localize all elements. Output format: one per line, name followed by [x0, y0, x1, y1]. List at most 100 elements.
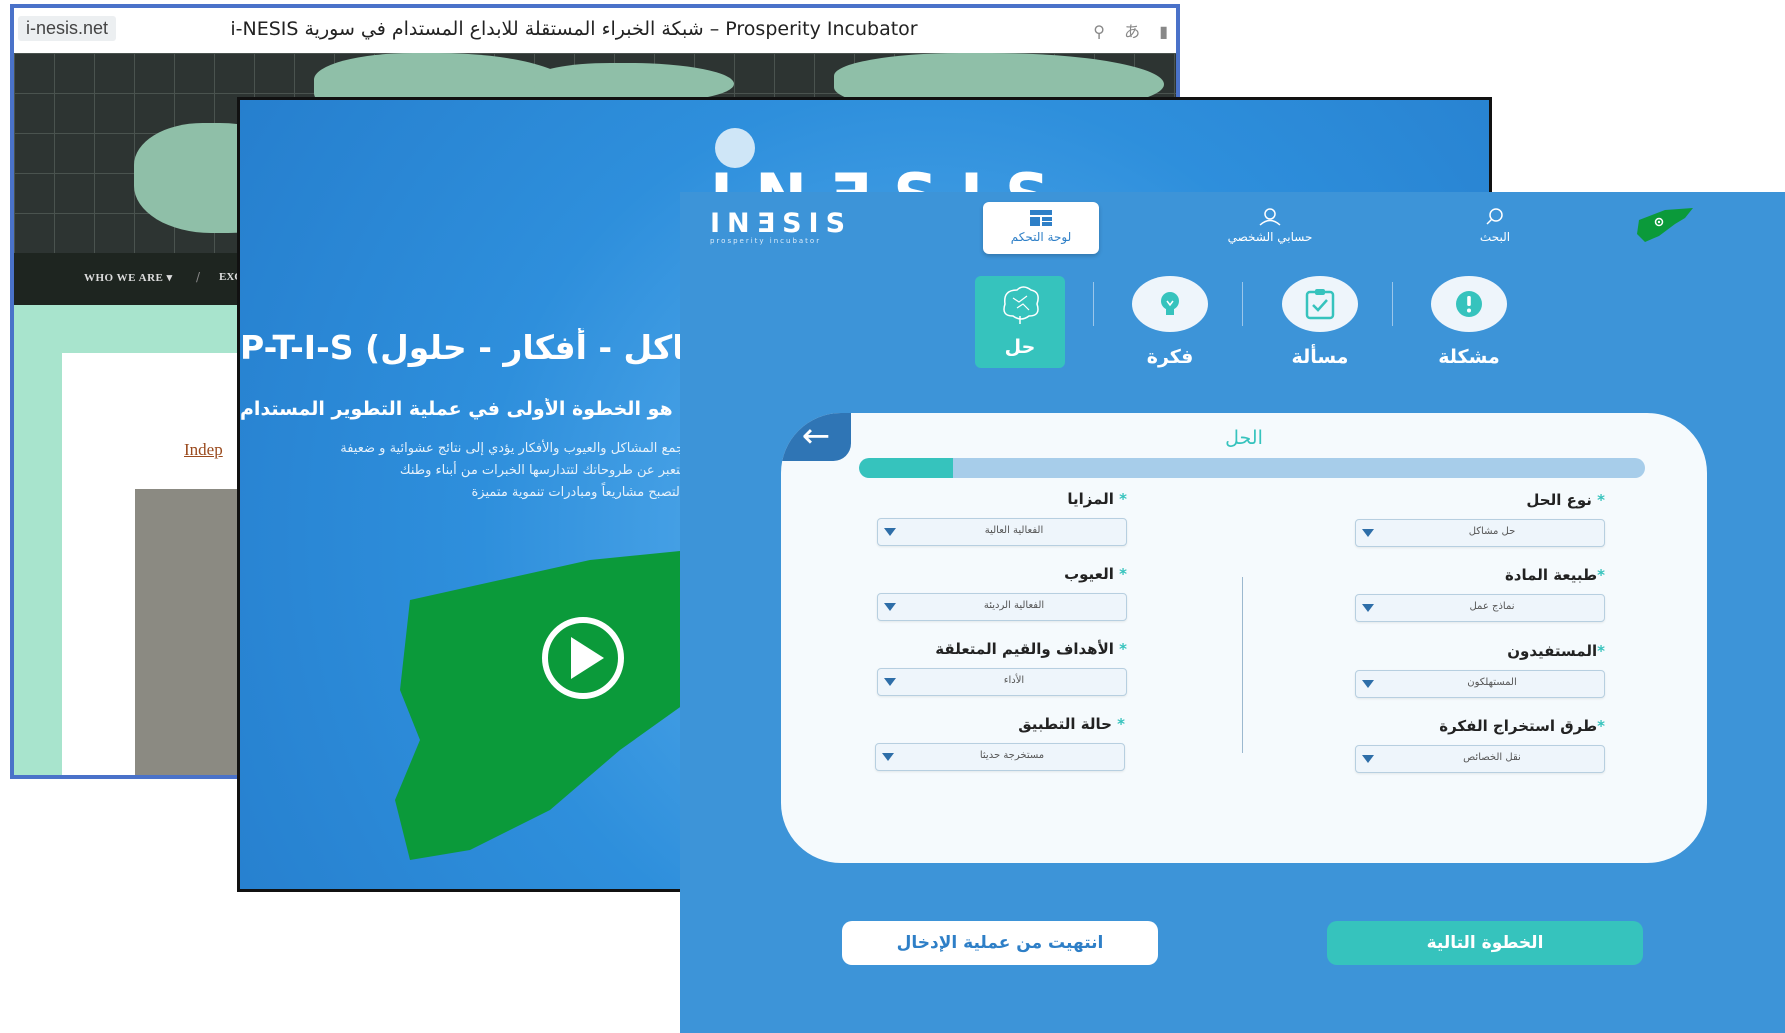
defects-select[interactable]: الفعالية الرديئة — [877, 593, 1127, 621]
field-beneficiaries: *المستفيدون المستهلكون — [1355, 642, 1605, 698]
select-value: نقل الخصائص — [1463, 752, 1521, 763]
dropdown-arrow-icon — [1362, 604, 1374, 612]
finish-entry-button[interactable]: انتهيت من عملية الإدخال — [842, 921, 1158, 965]
dropdown-arrow-icon — [882, 753, 894, 761]
solution-form-card: ← الحل * نوع الحل حل مشاكل *طبيعة المادة… — [781, 413, 1707, 863]
required-mark: * — [1119, 640, 1127, 658]
domain-label[interactable]: i-nesis.net — [18, 16, 117, 41]
page-title: i-NESIS شبكة الخبراء المستقلة للابداع ال… — [230, 18, 918, 40]
select-value: الأداء — [1003, 675, 1025, 686]
nav-who-we-are[interactable]: WHO WE ARE ▾ — [84, 271, 173, 284]
profile-button[interactable]: حسابي الشخصي — [1210, 208, 1330, 244]
step-divider — [1392, 282, 1393, 326]
field-defects: * العيوب الفعالية الرديئة — [877, 565, 1127, 621]
select-value: الفعالية الرديئة — [983, 600, 1045, 611]
extraction-methods-select[interactable]: نقل الخصائص — [1355, 745, 1605, 773]
dropdown-arrow-icon — [1362, 755, 1374, 763]
goals-values-select[interactable]: الأداء — [877, 668, 1127, 696]
dropdown-arrow-icon — [884, 603, 896, 611]
advantages-select[interactable]: الفعالية العالية — [877, 518, 1127, 546]
required-mark: * — [1597, 642, 1605, 660]
field-solution-type: * نوع الحل حل مشاكل — [1355, 491, 1605, 547]
select-value: الفعالية العالية — [984, 525, 1044, 536]
brain-icon — [982, 276, 1058, 332]
required-mark: * — [1597, 491, 1605, 509]
application-status-select[interactable]: مستخرجة حديثا — [875, 743, 1125, 771]
step-label: فكرة — [1146, 346, 1194, 368]
step-problem[interactable]: مشكلة — [1424, 276, 1514, 368]
field-label: * نوع الحل — [1526, 491, 1605, 509]
beneficiaries-select[interactable]: المستهلكون — [1355, 670, 1605, 698]
bookmark-icon[interactable]: ▮ — [1159, 22, 1168, 41]
step-question[interactable]: مسألة — [1275, 276, 1365, 368]
exclamation-icon — [1431, 276, 1507, 332]
video-subheading: منهجة هو الخطوة الأولى في عملية التطوير … — [240, 398, 684, 420]
material-nature-select[interactable]: نماذج عمل — [1355, 594, 1605, 622]
required-mark: * — [1119, 490, 1127, 508]
paragraph-line: لتعبر عن طروحاتك لتتدارسها الخبرات من أب… — [399, 463, 684, 478]
nav-separator: / — [196, 270, 201, 284]
field-label: *المستفيدون — [1507, 642, 1605, 660]
solution-type-select[interactable]: حل مشاكل — [1355, 519, 1605, 547]
field-label: *طبيعة المادة — [1504, 566, 1605, 584]
syria-flag-icon[interactable] — [1635, 206, 1697, 246]
field-label: * الأهداف والقيم المتعلقة — [935, 640, 1127, 658]
syria-shape — [395, 550, 690, 860]
video-heading: P-T-I-S (مشاكل - أفكار - حلول) — [240, 328, 684, 367]
paragraph-line: جمع المشاكل والعيوب والأفكار يؤدي إلى نت… — [340, 441, 684, 456]
app-window: INƎSIS prosperity incubator لوحة التحكم … — [680, 192, 1785, 1033]
field-label: * العيوب — [1064, 565, 1127, 583]
field-label: *طرق استخراج الفكرة — [1439, 717, 1605, 735]
address-bar[interactable]: i-nesis.net i-NESIS شبكة الخبراء المستقل… — [14, 8, 1176, 54]
dashboard-icon — [1030, 210, 1052, 226]
field-material-nature: *طبيعة المادة نماذج عمل — [1355, 566, 1605, 622]
select-value: نماذج عمل — [1469, 601, 1515, 612]
search-label: البحث — [1479, 230, 1511, 244]
search-button[interactable]: البحث — [1460, 208, 1530, 244]
user-icon — [1259, 208, 1281, 226]
step-label: مسألة — [1291, 346, 1349, 368]
logo-text: INƎSIS — [710, 208, 853, 239]
select-value: حل مشاكل — [1468, 526, 1516, 537]
search-icon[interactable]: ⚲ — [1093, 22, 1105, 41]
dropdown-arrow-icon — [884, 528, 896, 536]
step-idea[interactable]: فكرة — [1125, 276, 1215, 368]
field-advantages: * المزايا الفعالية العالية — [877, 490, 1127, 546]
field-label: * حالة التطبيق — [1018, 715, 1125, 733]
field-goals-values: * الأهداف والقيم المتعلقة الأداء — [877, 640, 1127, 696]
required-mark: * — [1119, 565, 1127, 583]
step-label: حل — [1004, 336, 1036, 358]
search-icon — [1486, 208, 1503, 225]
dropdown-arrow-icon — [1362, 680, 1374, 688]
dropdown-arrow-icon — [1362, 529, 1374, 537]
form-title: الحل — [1225, 427, 1263, 449]
field-label: * المزايا — [1067, 490, 1127, 508]
dashboard-button[interactable]: لوحة التحكم — [983, 202, 1099, 254]
video-paragraph: جمع المشاكل والعيوب والأفكار يؤدي إلى نت… — [240, 438, 684, 504]
required-mark: * — [1597, 566, 1605, 584]
step-solution[interactable]: حل — [975, 276, 1065, 368]
app-logo[interactable]: INƎSIS prosperity incubator — [710, 208, 852, 245]
profile-label: حسابي الشخصي — [1227, 230, 1313, 244]
indep-link[interactable]: Indep — [184, 440, 223, 460]
address-bar-icons: ⚲ あ ▮ — [1079, 18, 1168, 42]
clipboard-check-icon — [1282, 276, 1358, 332]
column-divider — [1242, 577, 1243, 753]
select-value: مستخرجة حديثا — [979, 750, 1045, 761]
syria-map — [395, 550, 690, 860]
select-value: المستهلكون — [1467, 677, 1517, 688]
step-divider — [1242, 282, 1243, 326]
progress-bar — [859, 458, 1645, 478]
required-mark: * — [1117, 715, 1125, 733]
translate-icon[interactable]: あ — [1124, 22, 1140, 41]
step-label: مشكلة — [1438, 346, 1500, 368]
next-step-button[interactable]: الخطوة التالية — [1327, 921, 1643, 965]
dropdown-arrow-icon — [884, 678, 896, 686]
required-mark: * — [1597, 717, 1605, 735]
progress-fill — [859, 458, 954, 478]
step-divider — [1093, 282, 1094, 326]
field-extraction-methods: *طرق استخراج الفكرة نقل الخصائص — [1355, 717, 1605, 773]
field-application-status: * حالة التطبيق مستخرجة حديثا — [875, 715, 1125, 771]
lightbulb-icon — [1132, 276, 1208, 332]
paragraph-line: لتصبح مشاريعاً ومبادرات تنموية متميزة. — [471, 485, 684, 500]
